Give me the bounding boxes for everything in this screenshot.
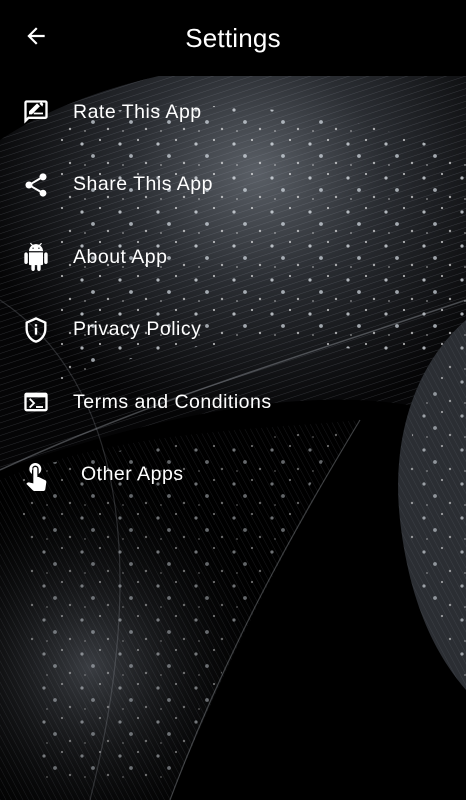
menu-label-privacy-policy: Privacy Policy xyxy=(73,318,202,341)
app-bar: Settings xyxy=(0,0,466,76)
menu-label-terms-conditions: Terms and Conditions xyxy=(73,390,272,413)
menu-label-share-app: Share This App xyxy=(73,173,213,196)
page-title: Settings xyxy=(185,23,281,53)
arrow-left-icon xyxy=(23,23,49,54)
shield-info-icon xyxy=(20,314,52,346)
menu-item-privacy-policy[interactable]: Privacy Policy xyxy=(0,294,466,367)
rate-review-icon xyxy=(20,96,52,128)
menu-item-share-app[interactable]: Share This App xyxy=(0,149,466,222)
menu-item-rate-app[interactable]: Rate This App xyxy=(0,76,466,149)
menu-label-about-app: About App xyxy=(73,245,168,268)
menu-label-rate-app: Rate This App xyxy=(73,100,202,123)
terminal-icon xyxy=(20,386,52,418)
touch-hand-icon xyxy=(20,459,52,491)
share-icon xyxy=(20,169,52,201)
menu-label-other-apps: Other Apps xyxy=(81,463,184,486)
menu-item-about-app[interactable]: About App xyxy=(0,221,466,294)
android-icon xyxy=(20,241,52,273)
menu-item-terms-conditions[interactable]: Terms and Conditions xyxy=(0,366,466,439)
menu-item-other-apps[interactable]: Other Apps xyxy=(0,439,466,512)
back-button[interactable] xyxy=(14,18,58,58)
settings-menu: Rate This App Share This App About App P… xyxy=(0,76,466,511)
